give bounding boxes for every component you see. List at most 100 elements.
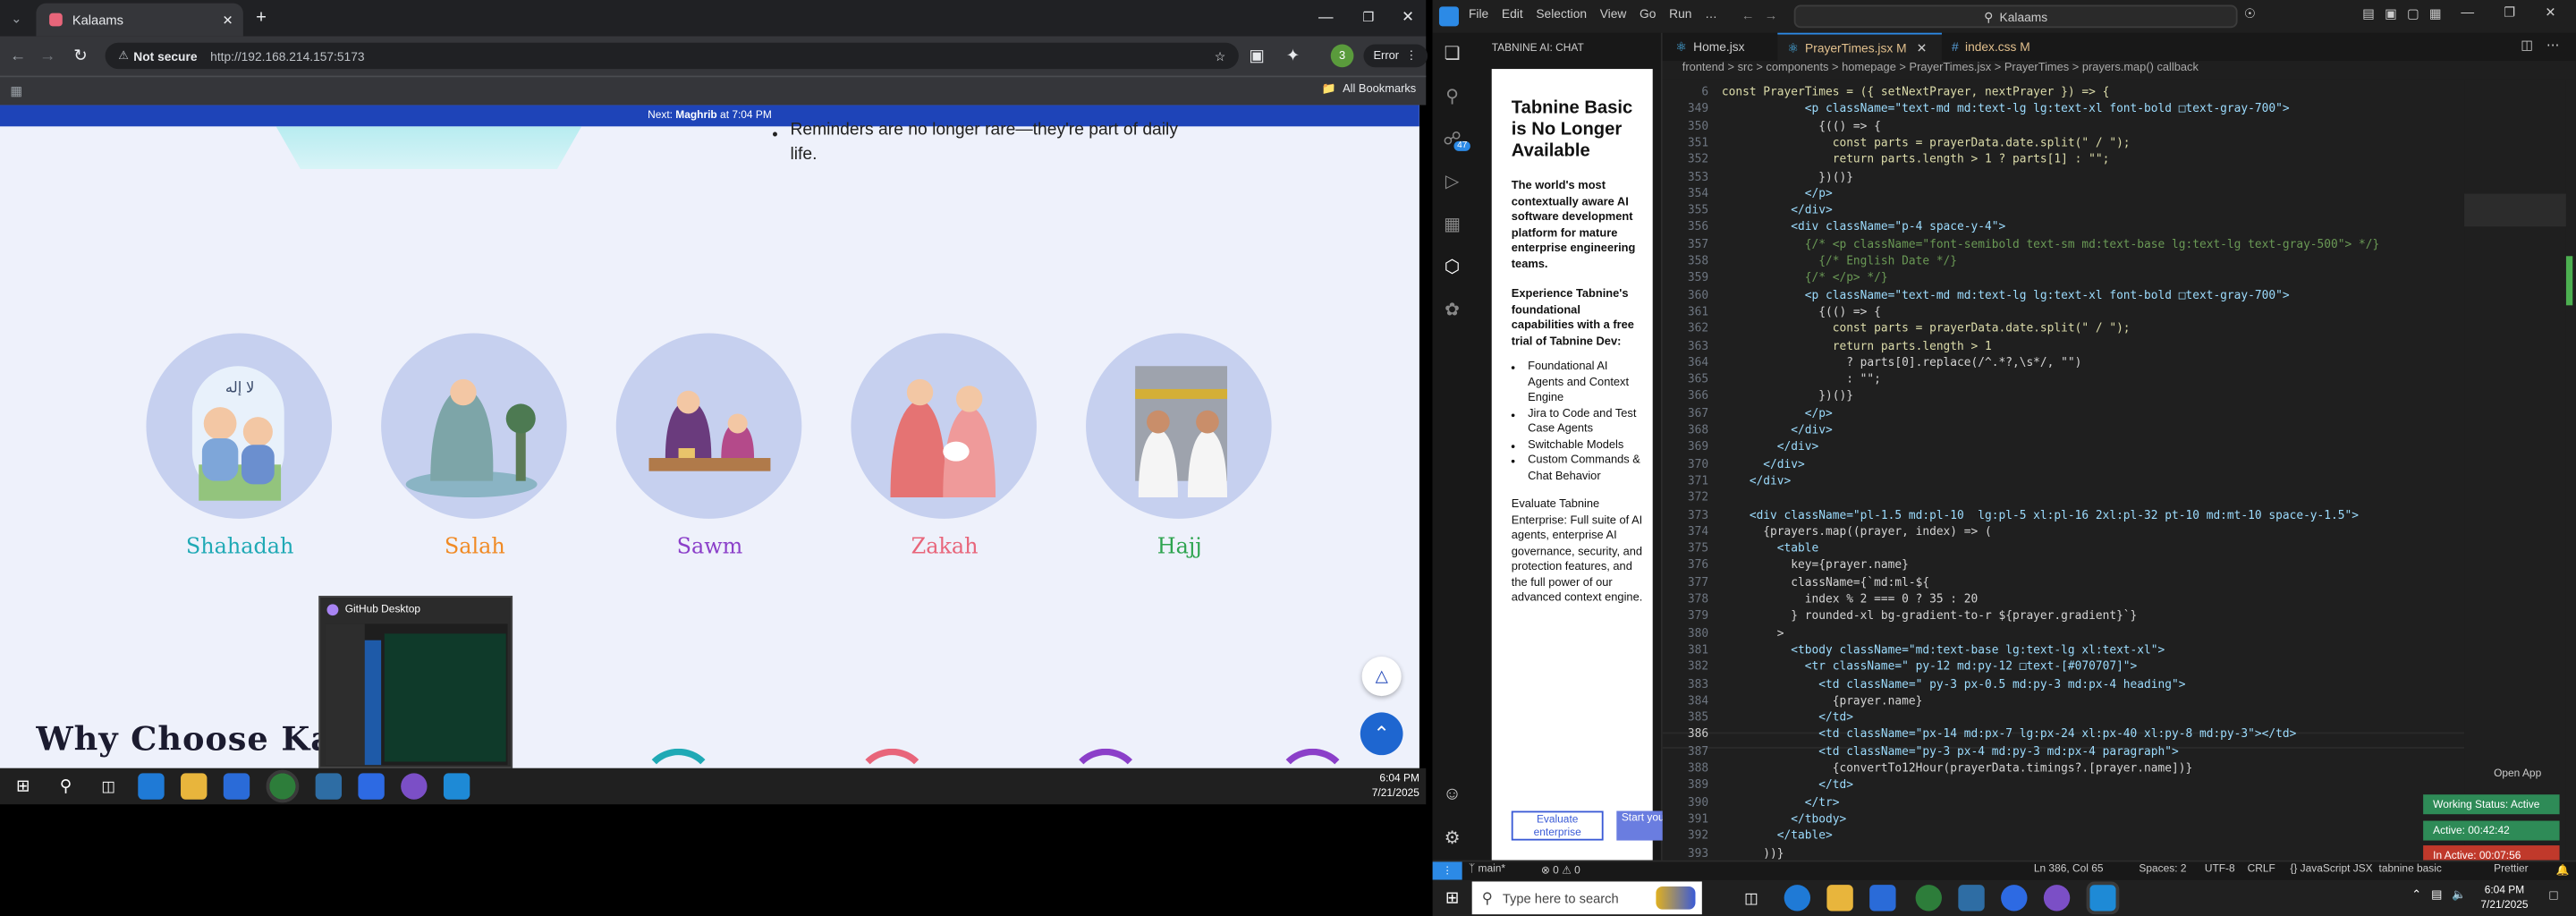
code-line[interactable]: } rounded-xl bg-gradient-to-r ${prayer.g… bbox=[1722, 609, 2137, 623]
menu-edit[interactable]: Edit bbox=[1502, 6, 1523, 21]
code-line[interactable]: </td> bbox=[1722, 778, 1853, 792]
leaf-icon[interactable]: ✿ bbox=[1439, 295, 1465, 321]
bookmark-star-icon[interactable]: ☆ bbox=[1215, 48, 1225, 64]
back-icon[interactable]: ← bbox=[6, 45, 30, 68]
tabnine-status[interactable]: tabnine basic bbox=[2379, 863, 2458, 875]
code-line[interactable]: <table bbox=[1722, 542, 1818, 556]
search-icon[interactable]: ⚲ bbox=[1439, 82, 1465, 108]
puzzle-icon[interactable]: ✦ bbox=[1282, 45, 1305, 68]
code-line[interactable]: const PrayerTimes = ({ setNextPrayer, ne… bbox=[1722, 85, 2109, 98]
code-line[interactable]: const parts = prayerData.date.split(" / … bbox=[1722, 322, 2131, 335]
copilot-icon[interactable]: ☉ bbox=[2244, 6, 2256, 21]
extension-icon[interactable]: ▣ bbox=[1245, 45, 1268, 68]
start-trial-button[interactable]: Start your Dev trial bbox=[1616, 810, 1666, 841]
code-line[interactable]: })()} bbox=[1722, 390, 1853, 403]
minimap[interactable] bbox=[2464, 79, 2566, 861]
explorer-icon[interactable] bbox=[1826, 885, 1853, 912]
account-icon[interactable]: ☺ bbox=[1439, 782, 1465, 808]
breadcrumb[interactable]: frontend > src > components > homepage >… bbox=[1682, 63, 2199, 74]
code-line[interactable]: <td className="px-14 md:px-7 lg:px-24 xl… bbox=[1722, 728, 2296, 742]
chevron-up-icon[interactable]: ⌃ bbox=[2411, 888, 2421, 902]
code-line[interactable]: </div> bbox=[1722, 423, 1832, 437]
tabnine-icon[interactable]: ⬡ bbox=[1439, 253, 1465, 279]
task-view-icon[interactable]: ◫ bbox=[96, 773, 122, 799]
layout-icon[interactable]: ▦ bbox=[2429, 6, 2442, 21]
clock-right[interactable]: 6:04 PM 7/21/2025 bbox=[2480, 883, 2528, 912]
explorer-icon[interactable]: ❏ bbox=[1439, 39, 1465, 65]
code-line[interactable]: {/* </p> */} bbox=[1722, 271, 1888, 284]
open-app-link[interactable]: Open App bbox=[2494, 768, 2541, 780]
minimap-slider[interactable] bbox=[2464, 193, 2566, 227]
code-line[interactable]: </tbody> bbox=[1722, 812, 1846, 826]
tab-home[interactable]: ⚛ Home.jsx bbox=[1675, 33, 1744, 61]
language-mode[interactable]: {} JavaScript JSX bbox=[2290, 863, 2372, 875]
code-line[interactable]: {(() => { bbox=[1722, 119, 1881, 132]
menu-go[interactable]: Go bbox=[1640, 6, 1656, 21]
split-editor-icon[interactable]: ◫ bbox=[2521, 38, 2533, 53]
code-line[interactable]: {prayer.name} bbox=[1722, 694, 1923, 708]
edge-icon[interactable] bbox=[1784, 885, 1811, 912]
notifications-bell-icon[interactable]: 🔔 bbox=[2556, 863, 2570, 877]
vscode-icon[interactable] bbox=[443, 773, 470, 800]
profile-avatar[interactable]: 3 bbox=[1330, 44, 1354, 68]
indentation[interactable]: Spaces: 2 bbox=[2139, 863, 2186, 875]
windows-start-icon[interactable]: ⊞ bbox=[1439, 885, 1465, 911]
code-line[interactable]: <td className=" py-3 px-0.5 md:py-3 md:p… bbox=[1722, 677, 2185, 691]
git-branch[interactable]: ᛉ main* bbox=[1469, 863, 1505, 875]
code-line[interactable]: <div className="pl-1.5 md:pl-10 lg:pl-5 … bbox=[1722, 508, 2359, 522]
taskbar-search-box[interactable]: ⚲ Type here to search bbox=[1471, 881, 1702, 915]
code-line[interactable]: <div className="p-4 space-y-4"> bbox=[1722, 221, 2005, 234]
tab-prayertimes[interactable]: ⚛ PrayerTimes.jsx M ✕ bbox=[1777, 32, 1942, 61]
code-line[interactable]: return parts.length > 1 bbox=[1722, 339, 1992, 352]
code-line[interactable]: </div> bbox=[1722, 440, 1818, 454]
edge-icon[interactable] bbox=[138, 773, 165, 800]
scroll-top-button[interactable]: ⌃ bbox=[1360, 712, 1403, 756]
menu-view[interactable]: View bbox=[1600, 6, 1627, 21]
evaluate-enterprise-button[interactable]: Evaluate enterprise bbox=[1511, 810, 1604, 841]
restore-icon[interactable]: ❐ bbox=[2504, 5, 2515, 21]
minimize-icon[interactable]: — bbox=[1314, 5, 1337, 29]
zoom-icon[interactable] bbox=[358, 773, 385, 800]
code-line[interactable]: : ""; bbox=[1722, 373, 1881, 386]
reload-icon[interactable]: ↻ bbox=[69, 45, 92, 68]
forward-icon[interactable]: → bbox=[36, 45, 59, 68]
search-icon[interactable]: ⚲ bbox=[53, 773, 79, 799]
code-line[interactable]: </div> bbox=[1722, 204, 1832, 217]
layout-icon[interactable]: ▤ bbox=[2362, 6, 2375, 21]
code-line[interactable]: {/* <p className="font-semibold text-sm … bbox=[1722, 238, 2380, 251]
notification-center-icon[interactable]: □ bbox=[2550, 888, 2558, 903]
layout-icon[interactable]: ▣ bbox=[2385, 6, 2397, 21]
dome-icon[interactable]: △ bbox=[1361, 657, 1402, 697]
app-icon[interactable] bbox=[1958, 885, 1985, 912]
code-line[interactable]: </table> bbox=[1722, 829, 1833, 843]
problems-indicator[interactable]: ⊗ 0 ⚠ 0 bbox=[1541, 863, 1580, 877]
nav-back-icon[interactable]: ← bbox=[1741, 8, 1755, 23]
code-line[interactable]: <tr className=" py-12 md:py-12 □text-[#0… bbox=[1722, 660, 2138, 674]
code-line[interactable]: key={prayer.name} bbox=[1722, 559, 1909, 572]
github-desktop-icon[interactable] bbox=[2043, 885, 2071, 912]
code-line[interactable]: <p className="text-md md:text-lg lg:text… bbox=[1722, 102, 2290, 115]
code-line[interactable]: ? parts[0].replace(/^.*?,\s*/, "") bbox=[1722, 356, 2081, 369]
code-line[interactable]: className={`md:ml-${ bbox=[1722, 576, 1929, 589]
nav-forward-icon[interactable]: → bbox=[1765, 8, 1778, 23]
command-center[interactable]: ⚲ Kalaams bbox=[1793, 4, 2238, 29]
store-icon[interactable] bbox=[1869, 885, 1896, 912]
github-desktop-icon[interactable] bbox=[401, 773, 428, 800]
address-bar[interactable]: ⚠ Not secure http://192.168.214.157:5173… bbox=[105, 42, 1239, 70]
code-line[interactable]: <tbody className="md:text-base lg:text-l… bbox=[1722, 643, 2165, 657]
browser-tab[interactable]: Kalaams ✕ bbox=[36, 3, 243, 37]
more-actions-icon[interactable]: ⋯ bbox=[2546, 38, 2560, 53]
new-tab-icon[interactable]: + bbox=[250, 6, 273, 30]
eol[interactable]: CRLF bbox=[2248, 863, 2275, 875]
menu-more[interactable]: … bbox=[1705, 6, 1717, 21]
code-line[interactable]: ))} bbox=[1722, 846, 1784, 860]
editor-scrollbar[interactable] bbox=[2565, 79, 2576, 861]
windows-start-icon[interactable]: ⊞ bbox=[10, 773, 36, 799]
code-line[interactable]: {/* English Date */} bbox=[1722, 254, 1957, 267]
code-line[interactable]: > bbox=[1722, 626, 1784, 640]
menu-file[interactable]: File bbox=[1469, 6, 1488, 21]
code-line[interactable]: return parts.length > 1 ? parts[1] : ""; bbox=[1722, 153, 2110, 166]
code-line[interactable]: {prayers.map((prayer, index) => ( bbox=[1722, 525, 1991, 539]
code-line[interactable]: </div> bbox=[1722, 474, 1791, 488]
encoding[interactable]: UTF-8 bbox=[2205, 863, 2235, 875]
